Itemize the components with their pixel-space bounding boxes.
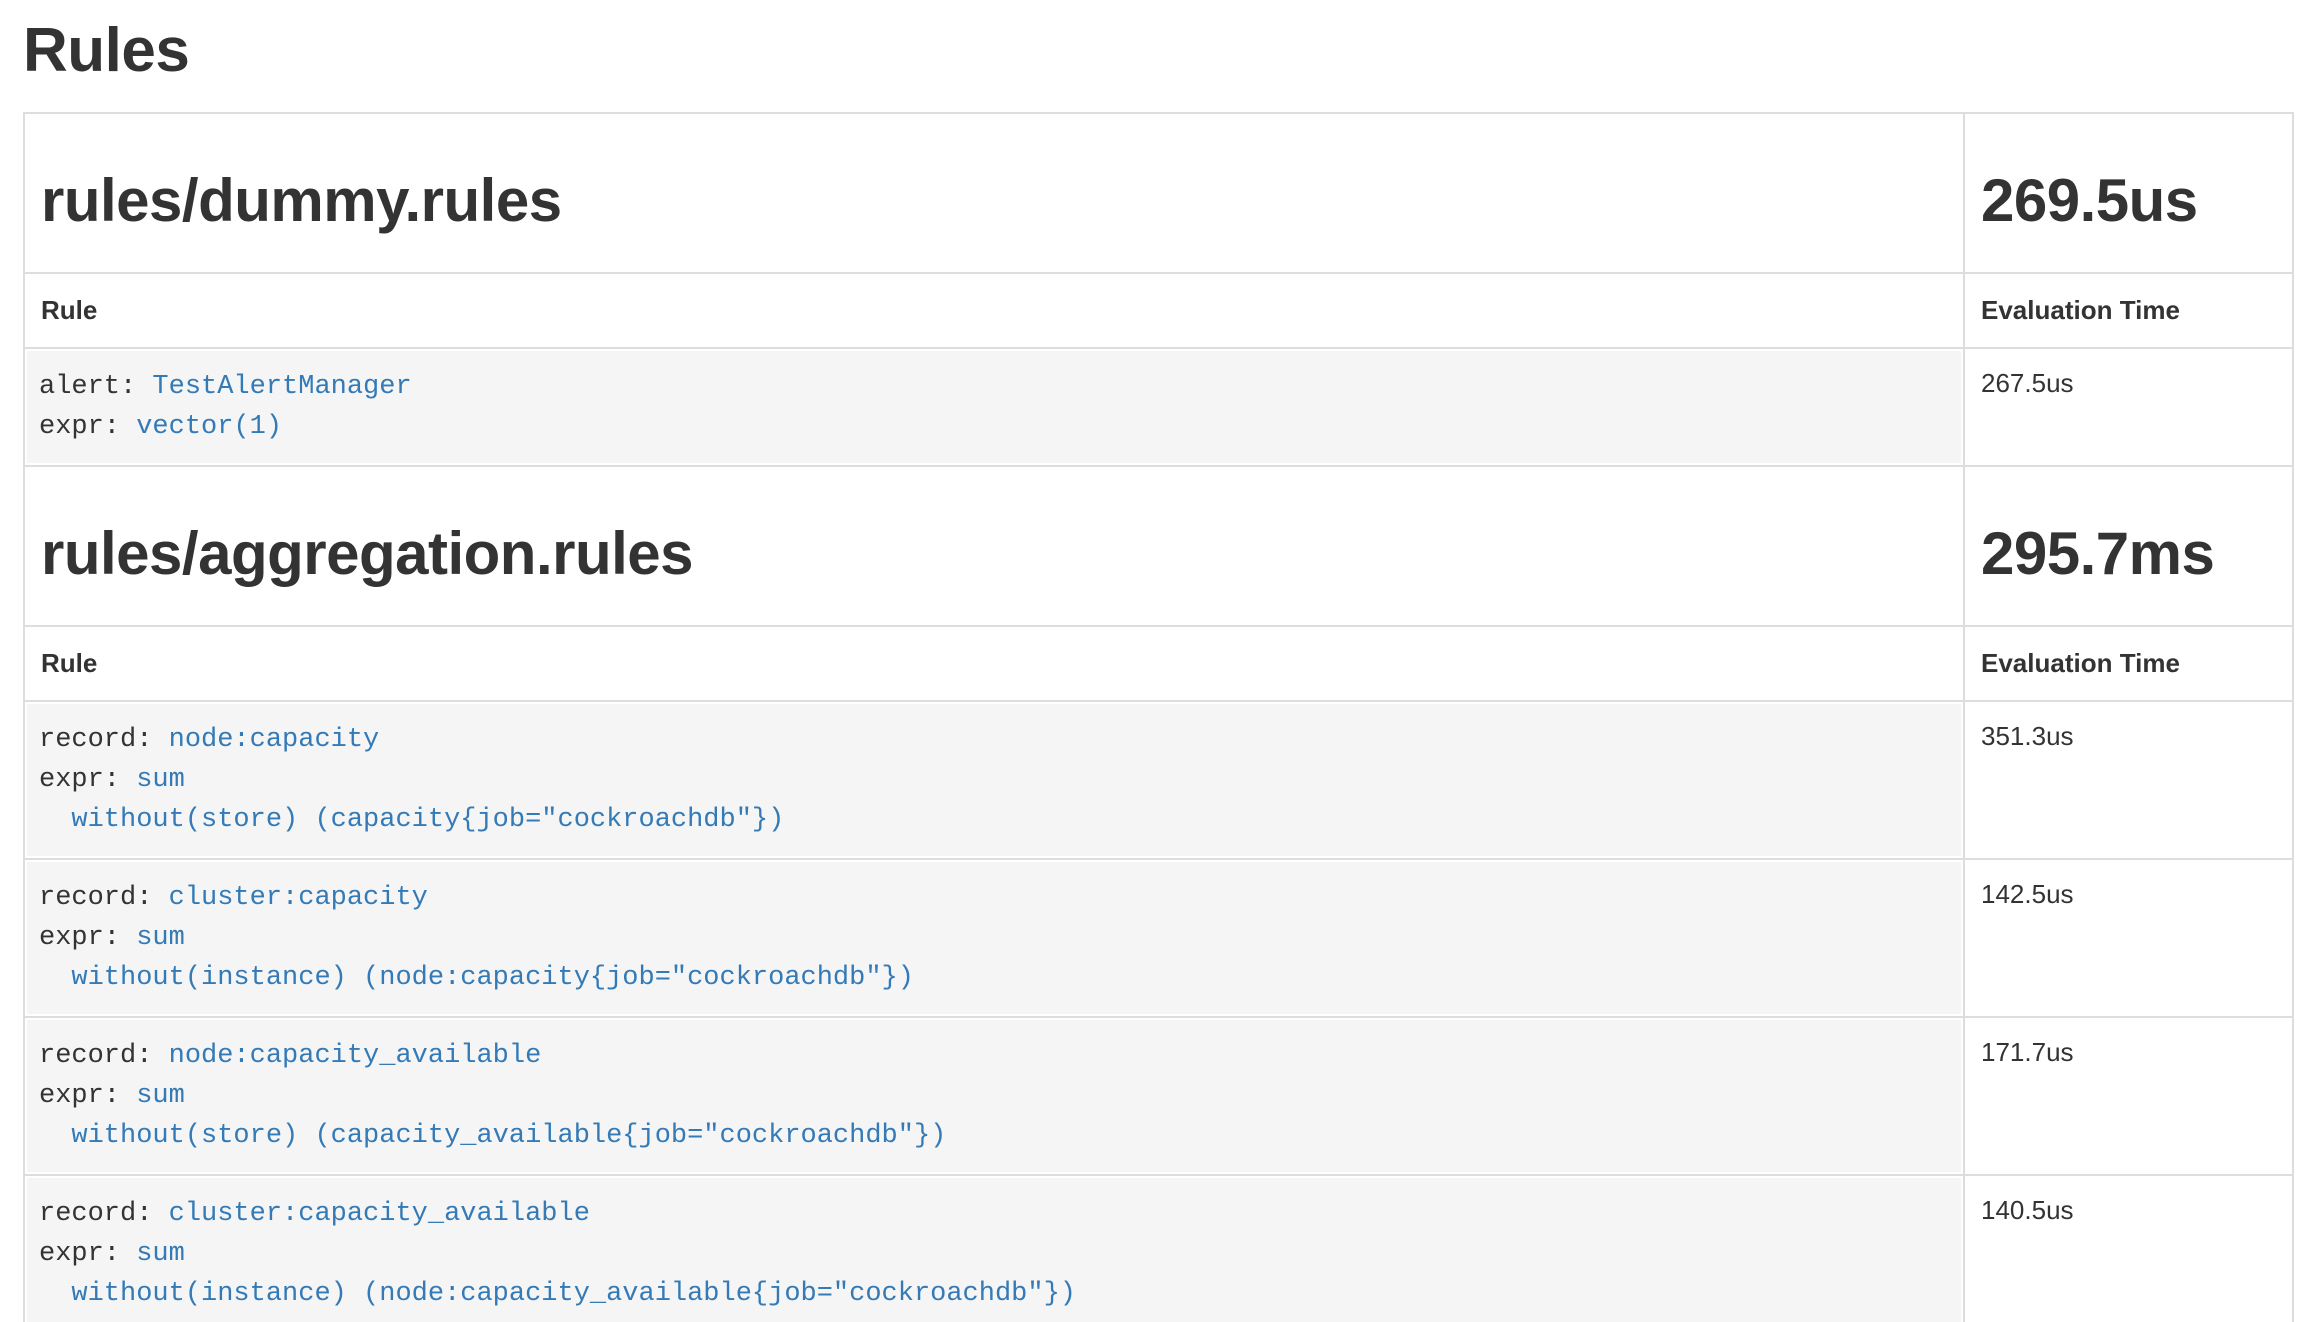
- evaluation-time-column-header: Evaluation Time: [1964, 626, 2293, 701]
- rules-page: Rules rules/dummy.rules269.5usRuleEvalua…: [0, 16, 2316, 1322]
- rule-definition: record: cluster:capacity_available expr:…: [27, 1178, 1961, 1322]
- rule-cell: record: node:capacity_available expr: su…: [24, 1017, 1964, 1175]
- rule-keyword: record:: [39, 1199, 169, 1229]
- rule-keyword: record:: [39, 1041, 169, 1071]
- rule-keyword: expr:: [39, 1081, 136, 1111]
- rule-keyword: alert:: [39, 372, 152, 402]
- rule-row: record: node:capacity expr: sum without(…: [24, 701, 2293, 859]
- rule-group-file: rules/dummy.rules: [41, 168, 1947, 234]
- rule-eval-time: 171.7us: [1964, 1017, 2293, 1175]
- rule-link[interactable]: without(store) (capacity_available{job="…: [71, 1121, 946, 1151]
- rule-group-header-row: rules/aggregation.rules 295.7ms: [24, 466, 2293, 626]
- rule-link[interactable]: vector(1): [136, 412, 282, 442]
- page-title: Rules: [23, 16, 2292, 86]
- rule-link[interactable]: sum: [136, 923, 185, 953]
- rule-group-eval-time-cell: 295.7ms: [1964, 466, 2293, 626]
- rules-table: rules/dummy.rules269.5usRuleEvaluation T…: [23, 112, 2294, 1322]
- rule-keyword: [39, 805, 71, 835]
- rule-keyword: expr:: [39, 412, 136, 442]
- rule-row: alert: TestAlertManager expr: vector(1)2…: [24, 348, 2293, 466]
- rule-row: record: node:capacity_available expr: su…: [24, 1017, 2293, 1175]
- evaluation-time-column-header: Evaluation Time: [1964, 273, 2293, 348]
- rule-group-file: rules/aggregation.rules: [41, 521, 1947, 587]
- column-header-row: RuleEvaluation Time: [24, 626, 2293, 701]
- rule-definition: record: node:capacity_available expr: su…: [27, 1020, 1961, 1172]
- rule-link[interactable]: cluster:capacity_available: [169, 1199, 590, 1229]
- rule-row: record: cluster:capacity expr: sum witho…: [24, 859, 2293, 1017]
- rule-link[interactable]: sum: [136, 765, 185, 795]
- rule-eval-time: 140.5us: [1964, 1175, 2293, 1322]
- rule-link[interactable]: cluster:capacity: [169, 883, 428, 913]
- rule-eval-time: 351.3us: [1964, 701, 2293, 859]
- rule-link[interactable]: node:capacity_available: [169, 1041, 542, 1071]
- rule-keyword: expr:: [39, 1239, 136, 1269]
- rule-row: record: cluster:capacity_available expr:…: [24, 1175, 2293, 1322]
- rule-eval-time: 267.5us: [1964, 348, 2293, 466]
- rule-keyword: record:: [39, 883, 169, 913]
- rule-link[interactable]: without(instance) (node:capacity{job="co…: [71, 963, 914, 993]
- rule-link[interactable]: sum: [136, 1081, 185, 1111]
- rule-link[interactable]: TestAlertManager: [152, 372, 411, 402]
- rule-definition: alert: TestAlertManager expr: vector(1): [27, 351, 1961, 463]
- rule-group-eval-time-cell: 269.5us: [1964, 113, 2293, 273]
- rule-group-eval-time: 269.5us: [1981, 168, 2276, 234]
- rule-group-header-row: rules/dummy.rules 269.5us: [24, 113, 2293, 273]
- rule-link[interactable]: node:capacity: [169, 725, 380, 755]
- rule-eval-time: 142.5us: [1964, 859, 2293, 1017]
- rule-keyword: [39, 1279, 71, 1309]
- rule-group-eval-time: 295.7ms: [1981, 521, 2276, 587]
- rule-cell: record: node:capacity expr: sum without(…: [24, 701, 1964, 859]
- rule-column-header: Rule: [24, 273, 1964, 348]
- rule-definition: record: node:capacity expr: sum without(…: [27, 704, 1961, 856]
- rule-keyword: [39, 963, 71, 993]
- rule-column-header: Rule: [24, 626, 1964, 701]
- rule-link[interactable]: without(instance) (node:capacity_availab…: [71, 1279, 1076, 1309]
- rule-link[interactable]: sum: [136, 1239, 185, 1269]
- rule-keyword: [39, 1121, 71, 1151]
- rule-keyword: expr:: [39, 765, 136, 795]
- rule-group-file-cell: rules/dummy.rules: [24, 113, 1964, 273]
- rule-definition: record: cluster:capacity expr: sum witho…: [27, 862, 1961, 1014]
- column-header-row: RuleEvaluation Time: [24, 273, 2293, 348]
- rule-keyword: expr:: [39, 923, 136, 953]
- rule-cell: record: cluster:capacity_available expr:…: [24, 1175, 1964, 1322]
- rule-keyword: record:: [39, 725, 169, 755]
- rule-cell: record: cluster:capacity expr: sum witho…: [24, 859, 1964, 1017]
- rule-cell: alert: TestAlertManager expr: vector(1): [24, 348, 1964, 466]
- rule-group-file-cell: rules/aggregation.rules: [24, 466, 1964, 626]
- rule-link[interactable]: without(store) (capacity{job="cockroachd…: [71, 805, 784, 835]
